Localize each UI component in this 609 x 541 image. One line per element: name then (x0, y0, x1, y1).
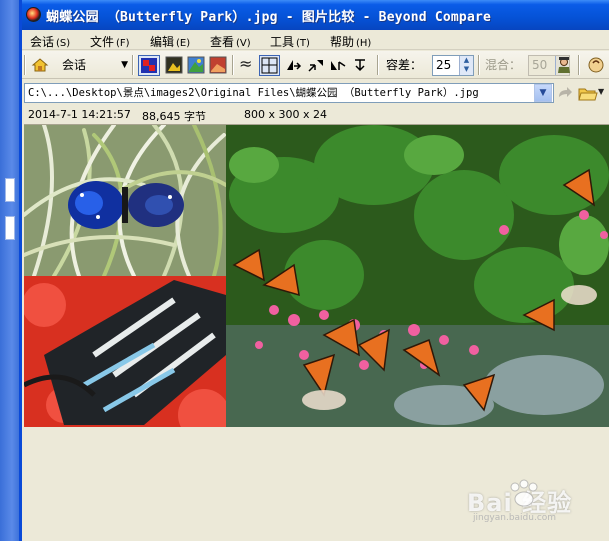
title-bar[interactable]: 蝴蝶公园 （Butterfly Park）.jpg - 图片比较 - Beyon… (22, 0, 609, 30)
file-size: 88,645 字节 (142, 110, 206, 123)
menu-bar: 会话 (S) 文件 (F) 编辑 (E) 查看 (V) 工具 (T) 帮助 (H) (22, 30, 609, 50)
show-right-icon[interactable] (209, 56, 227, 74)
file-info-bar: 2014-7-1 14:21:57 88,645 字节 800 x 300 x … (22, 106, 609, 124)
tolerance-spinner[interactable]: 25 ▲ ▼ (432, 55, 474, 76)
desktop-tab[interactable] (5, 178, 15, 202)
baidu-jingyan-watermark: Bai 经验 jingyan.baidu.com (437, 473, 607, 533)
menu-accelerator: (E) (176, 38, 191, 49)
session-dropdown-button[interactable]: 会话 ▼ (58, 55, 130, 75)
layout-icon[interactable] (259, 55, 280, 76)
menu-tools[interactable]: 工具 (T) (270, 33, 310, 50)
show-differences-icon[interactable] (165, 56, 183, 74)
toolbar-grip (24, 55, 26, 75)
spinner-arrows-icon[interactable]: ▲▼ (459, 56, 473, 75)
menu-accelerator: (S) (56, 38, 71, 49)
paw-icon (510, 479, 538, 507)
menu-accelerator: (V) (236, 38, 251, 49)
person-icon[interactable] (555, 56, 573, 74)
show-all-icon[interactable] (138, 55, 160, 76)
image-dimensions: 800 x 300 x 24 (244, 108, 327, 121)
show-left-icon[interactable] (187, 56, 205, 74)
menu-accelerator: (H) (356, 38, 372, 49)
screen: 蝴蝶公园 （Butterfly Park）.jpg - 图片比较 - Beyon… (0, 0, 609, 541)
window-title: 蝴蝶公园 （Butterfly Park）.jpg - 图片比较 - Beyon… (46, 10, 492, 25)
chevron-down-icon[interactable]: ▼ (534, 84, 552, 102)
menu-label: 帮助 (330, 35, 355, 49)
file-path-input[interactable]: C:\...\Desktop\景点\images2\Original Files… (24, 83, 554, 103)
mix-value: 50 (532, 58, 548, 72)
menu-help[interactable]: 帮助 (H) (330, 33, 371, 50)
path-bar: C:\...\Desktop\景点\images2\Original Files… (22, 82, 609, 104)
menu-accelerator: (T) (296, 38, 310, 49)
toolbar-separator (132, 55, 134, 75)
menu-session[interactable]: 会话 (S) (30, 33, 70, 50)
previous-difference-icon[interactable] (329, 56, 347, 74)
help-head-icon[interactable] (587, 56, 605, 74)
menu-label: 查看 (210, 35, 235, 49)
watermark-url: jingyan.baidu.com (473, 513, 557, 523)
menu-file[interactable]: 文件 (F) (90, 33, 130, 50)
menu-edit[interactable]: 编辑 (E) (150, 33, 190, 50)
menu-accelerator: (F) (116, 38, 130, 49)
toolbar-separator (377, 55, 379, 75)
swap-sides-icon[interactable] (284, 56, 302, 74)
chevron-down-icon: ▼ (121, 60, 128, 70)
home-icon[interactable] (31, 56, 49, 74)
next-difference-icon[interactable] (307, 56, 325, 74)
beyond-compare-app-icon[interactable] (26, 7, 41, 22)
toolbar-separator (478, 55, 480, 75)
tolerance-label: 容差： (386, 58, 423, 72)
toolbar-separator (232, 55, 234, 75)
menu-label: 编辑 (150, 35, 175, 49)
menu-view[interactable]: 查看 (V) (210, 33, 251, 50)
open-folder-icon[interactable] (578, 84, 598, 102)
tolerance-value: 25 (436, 58, 452, 72)
toolbar: 会话 ▼ ≈ 容差： 25 ▲ ▼ 混合： 50 (22, 51, 609, 79)
butterfly-park-image (24, 125, 609, 427)
menu-label: 工具 (270, 35, 295, 49)
chevron-down-icon[interactable]: ▼ (598, 87, 604, 96)
menu-label: 文件 (90, 35, 115, 49)
file-modified-time: 2014-7-1 14:21:57 (28, 108, 131, 121)
session-button-label: 会话 (62, 58, 87, 72)
toolbar-separator (578, 55, 580, 75)
picture-compare-window: 蝴蝶公园 （Butterfly Park）.jpg - 图片比较 - Beyon… (19, 0, 609, 541)
go-arrow-icon[interactable] (556, 85, 574, 103)
refresh-icon[interactable] (351, 56, 369, 74)
approximately-equal-icon[interactable]: ≈ (239, 55, 257, 73)
desktop-edge (0, 0, 20, 541)
desktop-tab[interactable] (5, 216, 15, 240)
menu-label: 会话 (30, 35, 55, 49)
mix-label: 混合： (485, 58, 522, 72)
